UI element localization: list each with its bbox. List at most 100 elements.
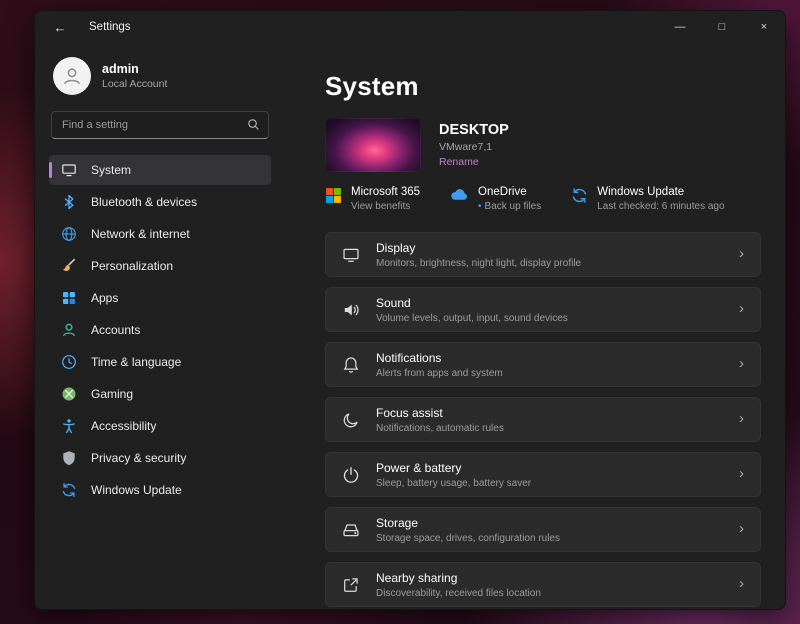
chevron-right-icon: › [739, 356, 744, 373]
search-icon [247, 118, 260, 131]
search-input[interactable] [51, 111, 269, 139]
chevron-right-icon: › [739, 301, 744, 318]
sidebar-item-label: Time & language [91, 355, 181, 369]
card-subtitle: Volume levels, output, input, sound devi… [376, 313, 568, 324]
settings-card-list: Display Monitors, brightness, night ligh… [325, 232, 761, 607]
window-controls: — □ × [659, 11, 785, 43]
settings-card-display[interactable]: Display Monitors, brightness, night ligh… [325, 232, 761, 277]
update-arrows-icon [571, 187, 588, 204]
sidebar-item-privacy-security[interactable]: Privacy & security [49, 443, 271, 473]
settings-card-power-battery[interactable]: Power & battery Sleep, battery usage, ba… [325, 452, 761, 497]
settings-card-nearby-sharing[interactable]: Nearby sharing Discoverability, received… [325, 562, 761, 607]
bluetooth-icon [61, 194, 77, 210]
quick-action-subtitle: Last checked: 6 minutes ago [597, 201, 724, 212]
sidebar-item-time-language[interactable]: Time & language [49, 347, 271, 377]
rename-link[interactable]: Rename [439, 156, 509, 168]
settings-card-storage[interactable]: Storage Storage space, drives, configura… [325, 507, 761, 552]
card-subtitle: Discoverability, received files location [376, 588, 541, 599]
settings-card-notifications[interactable]: Notifications Alerts from apps and syste… [325, 342, 761, 387]
card-title: Focus assist [376, 406, 504, 420]
monitor-icon [61, 162, 77, 178]
quick-action-subtitle: View benefits [351, 201, 420, 212]
paintbrush-icon [61, 258, 77, 274]
maximize-button[interactable]: □ [701, 11, 743, 43]
chevron-right-icon: › [739, 521, 744, 538]
shield-icon [61, 450, 77, 466]
accessibility-person-icon [61, 418, 77, 434]
speaker-icon [342, 301, 360, 319]
sidebar-item-label: Bluetooth & devices [91, 195, 197, 209]
close-button[interactable]: × [743, 11, 785, 43]
card-subtitle: Monitors, brightness, night light, displ… [376, 258, 581, 269]
device-header: DESKTOP VMware7,1 Rename [325, 118, 761, 172]
quick-action-windows-update[interactable]: Windows Update Last checked: 6 minutes a… [571, 186, 724, 212]
sidebar-item-personalization[interactable]: Personalization [49, 251, 271, 281]
chevron-right-icon: › [739, 246, 744, 263]
chevron-right-icon: › [739, 411, 744, 428]
settings-card-focus-assist[interactable]: Focus assist Notifications, automatic ru… [325, 397, 761, 442]
bell-icon [342, 356, 360, 374]
device-name: DESKTOP [439, 122, 509, 138]
selected-indicator [49, 162, 52, 178]
sidebar-item-label: Windows Update [91, 483, 182, 497]
sidebar-item-label: Apps [91, 291, 118, 305]
back-arrow-icon: ← [54, 20, 67, 35]
quick-action-title: Microsoft 365 [351, 186, 420, 198]
sidebar-item-label: Accessibility [91, 419, 156, 433]
person-icon [61, 65, 83, 87]
search-box [51, 111, 269, 139]
sidebar-item-label: Gaming [91, 387, 133, 401]
sidebar-item-network-internet[interactable]: Network & internet [49, 219, 271, 249]
card-subtitle: Storage space, drives, configuration rul… [376, 533, 560, 544]
display-icon [342, 246, 360, 264]
sidebar-item-bluetooth-devices[interactable]: Bluetooth & devices [49, 187, 271, 217]
quick-action-title: Windows Update [597, 186, 724, 198]
avatar [53, 57, 91, 95]
sidebar-item-accessibility[interactable]: Accessibility [49, 411, 271, 441]
card-subtitle: Notifications, automatic rules [376, 423, 504, 434]
accounts-person-icon [61, 322, 77, 338]
globe-icon [61, 226, 77, 242]
page-title: System [325, 71, 761, 102]
window-title: Settings [89, 21, 131, 33]
sidebar-item-label: Accounts [91, 323, 140, 337]
storage-drive-icon [342, 521, 360, 539]
settings-window: ← Settings — □ × admin Local Account [34, 10, 786, 610]
chevron-right-icon: › [739, 576, 744, 593]
card-title: Storage [376, 516, 560, 530]
maximize-icon: □ [719, 21, 726, 33]
update-arrows-icon [61, 482, 77, 498]
sidebar-nav: System Bluetooth & devices Network & int… [49, 155, 271, 505]
minimize-icon: — [675, 21, 686, 33]
settings-card-sound[interactable]: Sound Volume levels, output, input, soun… [325, 287, 761, 332]
quick-action-onedrive[interactable]: OneDrive •Back up files [450, 186, 541, 212]
main-content: System DESKTOP VMware7,1 Rename Microsof… [283, 43, 785, 609]
sidebar-item-accounts[interactable]: Accounts [49, 315, 271, 345]
card-title: Nearby sharing [376, 571, 541, 585]
minimize-button[interactable]: — [659, 11, 701, 43]
card-subtitle: Alerts from apps and system [376, 368, 503, 379]
card-title: Notifications [376, 351, 503, 365]
quick-action-title: OneDrive [478, 186, 541, 198]
sidebar-item-label: Privacy & security [91, 451, 186, 465]
microsoft-365-icon [325, 187, 342, 204]
sidebar: admin Local Account System [35, 43, 283, 609]
nearby-sharing-icon [342, 576, 360, 594]
card-subtitle: Sleep, battery usage, battery saver [376, 478, 531, 489]
quick-action-microsoft-365[interactable]: Microsoft 365 View benefits [325, 186, 420, 212]
sidebar-item-label: Network & internet [91, 227, 190, 241]
card-title: Sound [376, 296, 568, 310]
power-icon [342, 466, 360, 484]
back-button[interactable]: ← [45, 15, 75, 39]
sidebar-item-label: Personalization [91, 259, 173, 273]
sidebar-item-system[interactable]: System [49, 155, 271, 185]
sidebar-item-label: System [91, 163, 131, 177]
status-dot: • [478, 201, 482, 212]
close-icon: × [761, 21, 767, 33]
sidebar-item-windows-update[interactable]: Windows Update [49, 475, 271, 505]
sidebar-item-gaming[interactable]: Gaming [49, 379, 271, 409]
account-header: admin Local Account [49, 47, 271, 111]
onedrive-cloud-icon [450, 187, 469, 201]
quick-actions-row: Microsoft 365 View benefits OneDrive •Ba… [325, 186, 761, 212]
sidebar-item-apps[interactable]: Apps [49, 283, 271, 313]
